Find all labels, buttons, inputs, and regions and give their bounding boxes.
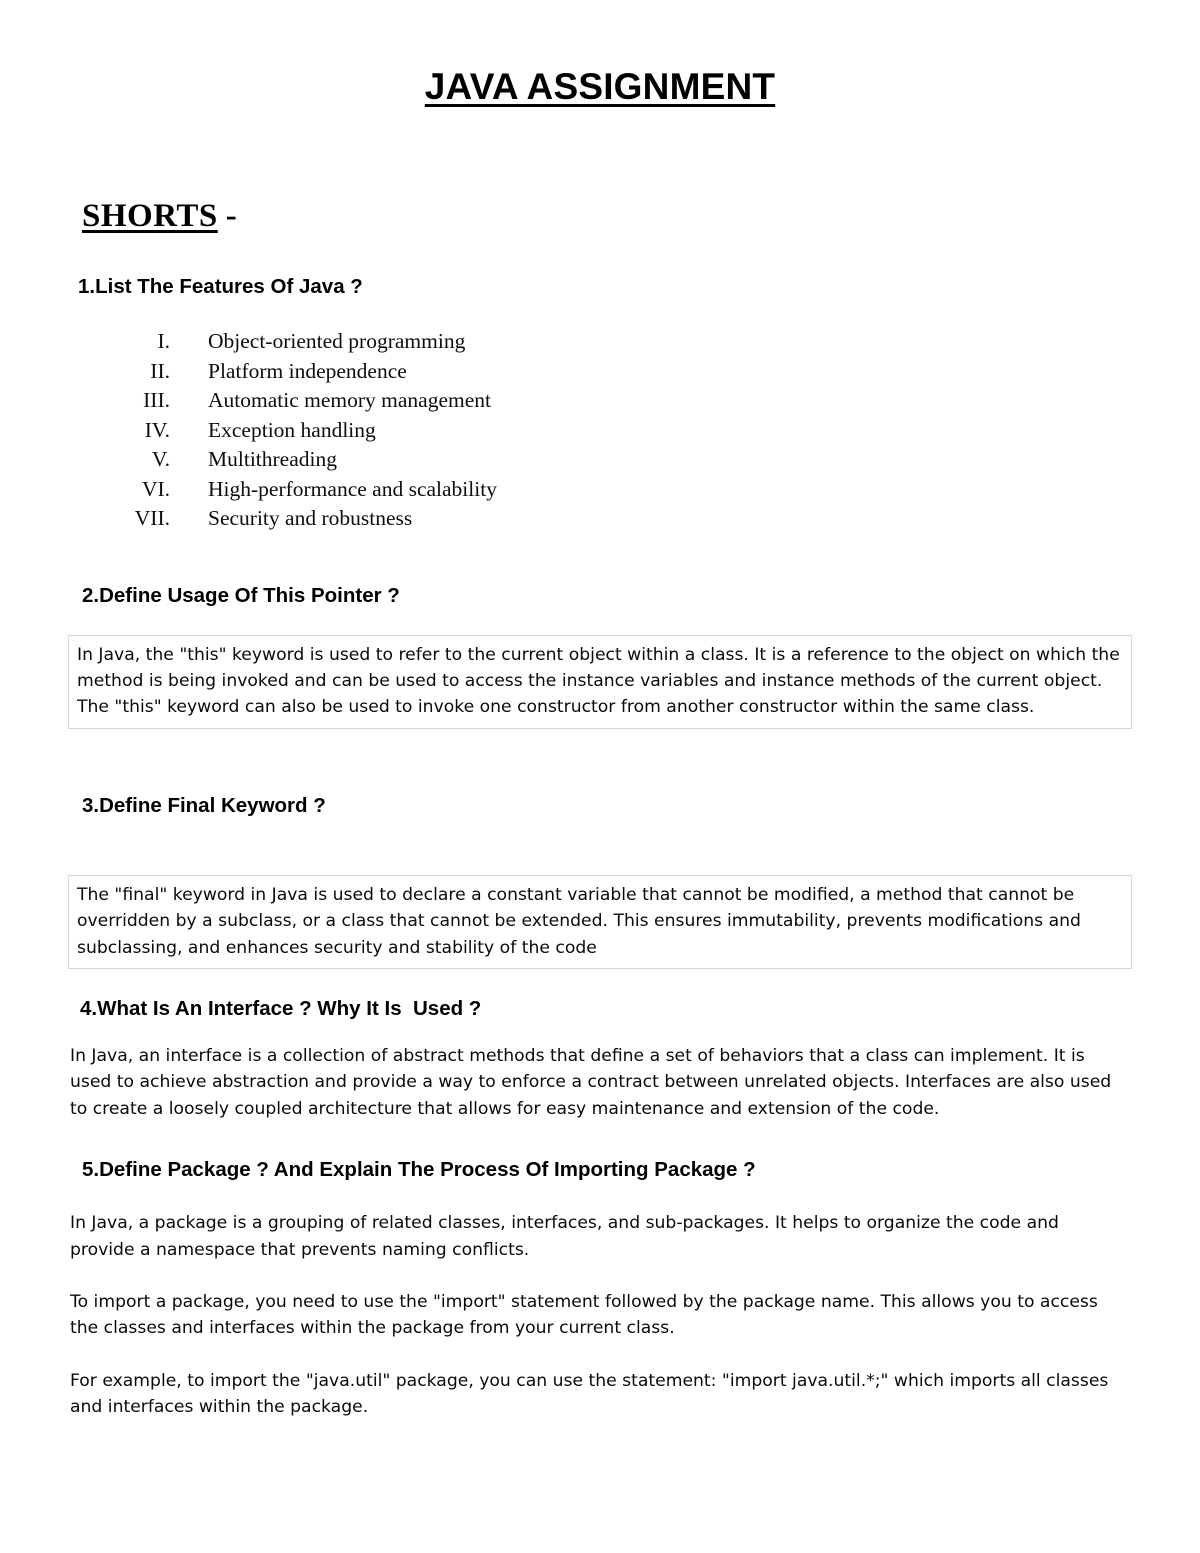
java-features-list: I. Object-oriented programming II. Platf…	[68, 299, 1132, 534]
list-item-numeral: IV.	[144, 417, 170, 442]
question-3-answer: The "final" keyword in Java is used to d…	[68, 874, 1132, 969]
list-item-label: Platform independence	[208, 358, 407, 383]
question-2-heading: 2.Define Usage Of This Pointer ?	[82, 583, 400, 607]
list-item: II. Platform independence	[102, 357, 1132, 387]
list-item-label: High-performance and scalability	[208, 476, 497, 501]
list-item-numeral: III.	[143, 388, 170, 412]
question-4-heading: 4.What Is An Interface ? Why It Is Used …	[80, 996, 482, 1020]
list-item: VII. Security and robustness	[102, 504, 1132, 534]
list-item: VI. High-performance and scalability	[102, 475, 1132, 505]
list-item-numeral: V.	[151, 447, 170, 471]
list-item-label: Multithreading	[208, 447, 337, 471]
list-item: IV. Exception handling	[102, 416, 1132, 446]
list-item-numeral: II.	[150, 358, 170, 383]
list-item-numeral: I.	[157, 329, 170, 353]
list-item-label: Object-oriented programming	[208, 329, 466, 353]
list-item-numeral: VI.	[141, 476, 170, 501]
question-1-heading: 1.List The Features Of Java ?	[78, 275, 363, 298]
page-title: JAVA ASSIGNMENT	[424, 66, 776, 107]
list-item: III. Automatic memory management	[102, 386, 1132, 416]
question-5-answer-paragraph-1: In Java, a package is a grouping of rela…	[70, 1213, 1059, 1260]
question-3-heading: 3.Define Final Keyword ?	[82, 793, 326, 817]
list-item-label: Automatic memory management	[208, 388, 491, 412]
question-5-answer-paragraph-2: To import a package, you need to use the…	[70, 1291, 1098, 1339]
question-2-answer: In Java, the "this" keyword is used to r…	[68, 634, 1132, 729]
section-heading-label: SHORTS	[82, 198, 218, 234]
question-5-heading: 5.Define Package ? And Explain The Proce…	[82, 1158, 756, 1182]
list-item: V. Multithreading	[102, 445, 1132, 475]
list-item-numeral: VII.	[134, 506, 170, 530]
list-item-label: Exception handling	[208, 417, 376, 442]
section-heading-dash: -	[225, 198, 238, 234]
section-heading: SHORTS -	[68, 108, 1132, 235]
list-item: I. Object-oriented programming	[102, 327, 1132, 357]
document-page: JAVA ASSIGNMENT SHORTS - 1.List The Featu…	[0, 0, 1200, 1553]
question-5-answer-paragraph-3: For example, to import the "java.util" p…	[70, 1370, 1109, 1418]
list-item-label: Security and robustness	[208, 506, 413, 530]
question-4-answer: In Java, an interface is a collection of…	[70, 1045, 1112, 1119]
